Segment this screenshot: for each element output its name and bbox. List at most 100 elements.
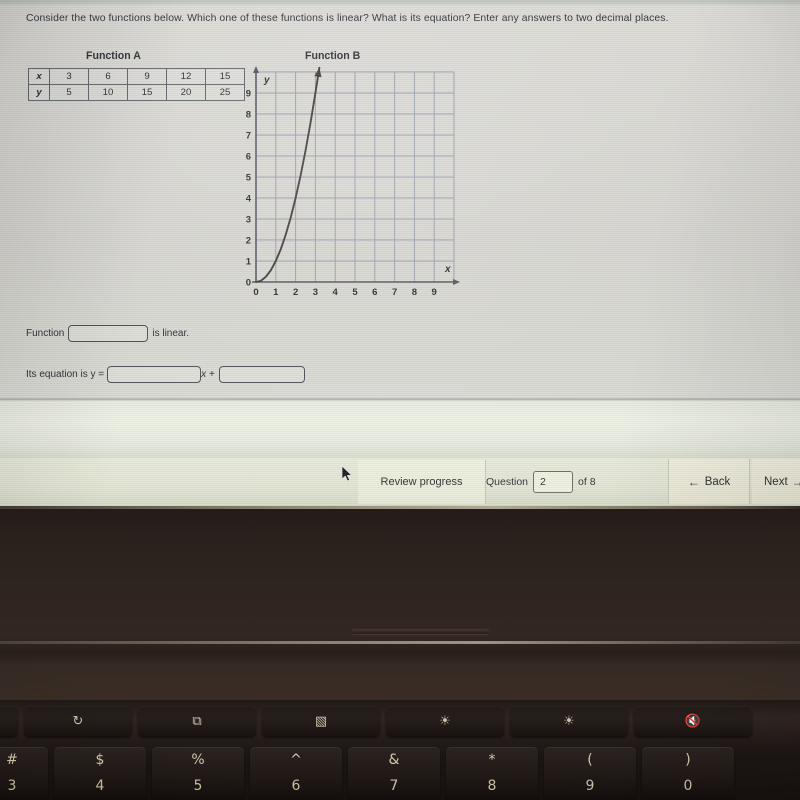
key-number: 6 — [291, 778, 301, 794]
y-axis-arrow — [253, 66, 259, 73]
key-9[interactable]: (9 — [544, 747, 636, 800]
brightness-up-key[interactable]: ☀ — [510, 706, 628, 736]
laptop-keyboard: ←↻⧉▧☀☀🔇 #3$4%5^6&7*8(9)0 — [0, 700, 800, 800]
y-intercept-input[interactable] — [218, 366, 305, 383]
y-tick-2: 2 — [246, 236, 251, 247]
laptop-photo: Consider the two functions below. Which … — [0, 0, 800, 800]
brightness-down-icon: ☀ — [439, 713, 451, 729]
back-button[interactable]: ← Back — [668, 459, 750, 504]
review-progress-button[interactable]: Review progress — [358, 460, 486, 504]
y-tick-labels: 0 1 2 3 4 5 6 7 8 9 — [246, 89, 252, 289]
x-tick-0: 0 — [253, 287, 258, 298]
equation-prefix: Its equation is y = — [26, 369, 105, 380]
partial-function-key[interactable]: ← — [0, 706, 18, 736]
cell-x-3: 12 — [166, 68, 206, 85]
key-number: 7 — [389, 778, 399, 794]
x-axis-arrow — [453, 279, 460, 285]
x-tick-9: 9 — [432, 287, 437, 298]
cell-y-0: 5 — [49, 84, 89, 101]
arrow-right-icon: → — [791, 474, 800, 489]
key-number: 0 — [683, 778, 693, 794]
x-tick-4: 4 — [333, 287, 339, 298]
function-b-curve — [255, 66, 321, 283]
function-name-input[interactable] — [68, 325, 149, 342]
key-number: 3 — [7, 778, 17, 794]
key-symbol: % — [191, 752, 205, 768]
key-4[interactable]: $4 — [54, 747, 146, 800]
key-7[interactable]: & 7 — [348, 747, 440, 800]
function-b-svg: 0 1 2 3 4 5 6 7 8 9 0 1 2 3 4 5 6 7 8 9 x y — [246, 66, 460, 298]
y-tick-8: 8 — [246, 110, 251, 121]
x-tick-labels: 0 1 2 3 4 5 6 7 8 9 — [253, 287, 436, 298]
answer-line-2: Its equation is y = x + — [26, 366, 305, 383]
number-key-row: #3 $4% 5 ^ 6 & 7 * 8(9) 0 — [0, 747, 800, 800]
key-symbol: ^ — [290, 752, 302, 768]
key-symbol: # — [6, 752, 18, 768]
function-a-title: Function A — [86, 50, 141, 62]
slope-input[interactable] — [107, 366, 202, 383]
question-total-label: of 8 — [578, 476, 596, 488]
equation-middle-text: x + — [201, 369, 215, 380]
key-8[interactable]: * 8 — [446, 747, 538, 800]
next-button[interactable]: Next → — [752, 459, 800, 504]
mute-key[interactable]: 🔇 — [634, 706, 752, 736]
key-0[interactable]: ) 0 — [642, 747, 734, 800]
y-tick-0: 0 — [246, 278, 251, 289]
laptop-screen: Consider the two functions below. Which … — [0, 0, 800, 506]
question-number-input[interactable]: 2 — [533, 471, 574, 493]
y-tick-6: 6 — [246, 152, 251, 163]
function-is-linear-prefix: Function — [26, 328, 65, 339]
back-button-label: Back — [704, 475, 731, 488]
cell-y-1: 10 — [88, 84, 128, 101]
key-symbol: ( — [587, 752, 593, 768]
cell-x-0: 3 — [49, 68, 89, 85]
fullscreen-icon: ⧉ — [192, 713, 202, 729]
mouse-cursor-icon — [342, 466, 353, 482]
x-axis-label: x — [444, 264, 451, 275]
question-navigator: Question 2 of 8 — [486, 460, 596, 504]
key-number: 9 — [585, 778, 595, 794]
y-tick-1: 1 — [246, 257, 252, 268]
key-3[interactable]: #3 — [0, 747, 48, 800]
key-number: 8 — [487, 778, 497, 794]
keyboard-deck-edge — [0, 641, 800, 644]
cell-x-1: 6 — [88, 68, 128, 85]
brightness-up-icon: ☀ — [563, 713, 575, 729]
table-row: y 5 10 15 20 25 — [28, 84, 245, 101]
brightness-down-key[interactable]: ☀ — [386, 706, 504, 736]
function-a-table: x 3 6 9 12 15 y 5 10 15 20 25 — [28, 68, 245, 101]
key-6[interactable]: ^ 6 — [250, 747, 342, 800]
arrow-left-icon: ← — [687, 474, 700, 489]
question-prompt: Consider the two functions below. Which … — [26, 13, 669, 24]
answer-line-1: Function is linear. — [26, 325, 189, 342]
y-tick-3: 3 — [246, 215, 251, 226]
function-key-row: ← ↻ ⧉ ▧ ☀ ☀ 🔇 — [0, 700, 800, 742]
y-axis-label: y — [263, 75, 270, 86]
question-label: Question — [486, 476, 529, 488]
x-tick-8: 8 — [412, 287, 417, 298]
refresh-key[interactable]: ↻ — [24, 706, 132, 736]
key-5[interactable]: % 5 — [152, 747, 244, 800]
refresh-icon: ↻ — [72, 713, 84, 729]
function-b-title: Function B — [305, 50, 361, 62]
window-overview-key[interactable]: ▧ — [262, 706, 380, 736]
key-symbol: * — [488, 752, 496, 768]
key-symbol: ) — [685, 752, 691, 768]
function-is-linear-suffix: is linear. — [152, 328, 190, 339]
content-divider-band — [0, 398, 800, 458]
row-header-y: y — [28, 84, 50, 101]
next-button-label: Next — [764, 475, 788, 488]
row-header-x: x — [28, 68, 50, 85]
review-progress-label: Review progress — [380, 476, 463, 488]
x-tick-3: 3 — [313, 287, 318, 298]
hinge-vent-slot — [352, 629, 489, 634]
x-tick-2: 2 — [293, 287, 298, 298]
function-b-graph: 0 1 2 3 4 5 6 7 8 9 0 1 2 3 4 5 6 7 8 9 x y — [226, 64, 466, 299]
cell-x-2: 9 — [127, 68, 167, 85]
x-tick-6: 6 — [372, 287, 377, 298]
key-number: 4 — [95, 778, 105, 794]
question-worksheet: Consider the two functions below. Which … — [0, 0, 800, 398]
graph-gridlines — [255, 71, 455, 283]
worksheet-top-divider — [0, 0, 800, 5]
fullscreen-key[interactable]: ⧉ — [138, 706, 256, 736]
